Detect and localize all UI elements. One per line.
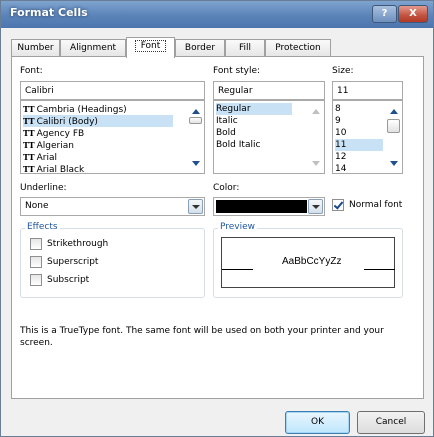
format-cells-dialog: Format Cells ? X Number Alignment Font B… — [0, 0, 434, 437]
color-label: Color: — [213, 183, 240, 193]
truetype-icon: TT — [23, 104, 35, 114]
dialog-title: Format Cells — [10, 6, 88, 19]
color-swatch — [216, 200, 307, 213]
normal-font-checkbox[interactable] — [332, 199, 344, 211]
normal-font-label: Normal font — [349, 200, 403, 210]
size-item[interactable]: 14 — [335, 163, 346, 175]
tab-font-label: Font — [134, 40, 167, 52]
tab-protection[interactable]: Protection — [265, 39, 331, 57]
strikethrough-label: Strikethrough — [47, 239, 109, 249]
size-item[interactable]: 12 — [335, 151, 346, 163]
size-list[interactable]: 8 9 10 11 12 14 — [332, 100, 403, 174]
chevron-down-icon[interactable] — [308, 199, 323, 214]
scroll-down-icon — [312, 161, 320, 166]
scroll-thumb[interactable] — [189, 117, 202, 124]
scroll-down-icon[interactable] — [390, 161, 398, 166]
scroll-up-icon[interactable] — [192, 109, 200, 114]
effects-legend: Effects — [25, 222, 60, 232]
underline-select[interactable]: None — [20, 197, 205, 216]
scroll-down-icon[interactable] — [192, 161, 200, 166]
scroll-up-icon[interactable] — [390, 109, 398, 114]
cancel-button[interactable]: Cancel — [357, 411, 425, 434]
truetype-icon: TT — [23, 116, 35, 126]
preview-legend: Preview — [218, 222, 258, 232]
font-style-label: Font style: — [213, 66, 261, 76]
title-bar[interactable]: Format Cells ? X — [1, 1, 433, 28]
font-item-label: Agency FB — [36, 129, 85, 139]
font-style-item[interactable]: Bold Italic — [216, 139, 260, 151]
font-list-scrollbar[interactable] — [187, 101, 204, 173]
truetype-icon: TT — [23, 128, 35, 138]
superscript-label: Superscript — [47, 257, 99, 267]
subscript-checkbox[interactable] — [30, 274, 42, 286]
font-style-scrollbar[interactable] — [307, 101, 324, 173]
font-list-item[interactable]: TT Arial Black — [23, 163, 84, 175]
tab-number[interactable]: Number — [11, 39, 60, 57]
subscript-label: Subscript — [47, 275, 90, 285]
tab-alignment[interactable]: Alignment — [60, 39, 126, 57]
close-icon[interactable]: X — [398, 5, 428, 23]
font-style-input[interactable]: Regular — [213, 81, 325, 100]
underline-label: Underline: — [20, 183, 67, 193]
font-list-item[interactable]: TT Arial — [23, 151, 57, 163]
preview-sample-text: AaBbCcYyZz — [282, 256, 342, 267]
truetype-icon: TT — [23, 140, 35, 150]
font-item-label: Calibri (Body) — [36, 117, 98, 127]
truetype-icon: TT — [23, 152, 35, 162]
font-style-item[interactable]: Bold — [216, 127, 236, 139]
font-name-input[interactable]: Calibri — [20, 81, 205, 100]
font-style-item[interactable]: Italic — [216, 115, 238, 127]
strikethrough-checkbox[interactable] — [30, 238, 42, 250]
preview-box: AaBbCcYyZz — [221, 237, 395, 288]
scroll-up-icon — [312, 109, 320, 114]
size-input[interactable]: 11 — [332, 81, 403, 100]
help-icon[interactable]: ? — [372, 5, 397, 23]
font-item-label: Arial Black — [36, 165, 85, 175]
size-item[interactable]: 8 — [335, 103, 341, 115]
ok-button[interactable]: OK — [285, 411, 350, 434]
scroll-thumb[interactable] — [387, 119, 400, 133]
font-list-item-selected[interactable]: TT Calibri (Body) — [23, 115, 173, 127]
truetype-note: This is a TrueType font. The same font w… — [20, 326, 384, 348]
preview-baseline-right — [364, 269, 395, 270]
preview-baseline-left — [222, 269, 253, 270]
font-item-label: Arial — [36, 153, 57, 163]
font-label: Font: — [20, 66, 43, 76]
size-item[interactable]: 9 — [335, 115, 341, 127]
size-item[interactable]: 10 — [335, 127, 346, 139]
superscript-checkbox[interactable] — [30, 256, 42, 268]
color-picker[interactable] — [213, 197, 325, 216]
size-label: Size: — [332, 66, 354, 76]
font-list-item[interactable]: TT Algerian — [23, 139, 74, 151]
underline-value: None — [25, 201, 49, 211]
size-list-scrollbar[interactable] — [385, 101, 402, 173]
font-list[interactable]: TT Cambria (Headings) TT Calibri (Body) TT… — [20, 100, 205, 175]
font-item-label: Algerian — [36, 141, 74, 151]
tab-strip: Number Alignment Font Border Fill Protec… — [11, 37, 427, 58]
tab-border[interactable]: Border — [175, 39, 225, 57]
size-item-selected[interactable]: 11 — [335, 139, 383, 151]
font-list-item[interactable]: TT Cambria (Headings) — [23, 103, 127, 115]
chevron-down-icon[interactable] — [188, 199, 203, 214]
font-style-list[interactable]: Regular Italic Bold Bold Italic — [213, 100, 325, 174]
tab-font[interactable]: Font — [126, 37, 175, 58]
truetype-icon: TT — [23, 164, 35, 174]
tab-fill[interactable]: Fill — [225, 39, 265, 57]
font-tab-pane: Font: Calibri TT Cambria (Headings) TT Cal… — [11, 56, 424, 399]
font-style-item-selected[interactable]: Regular — [216, 103, 292, 115]
font-item-label: Cambria (Headings) — [36, 105, 127, 115]
font-list-item[interactable]: TT Agency FB — [23, 127, 84, 139]
